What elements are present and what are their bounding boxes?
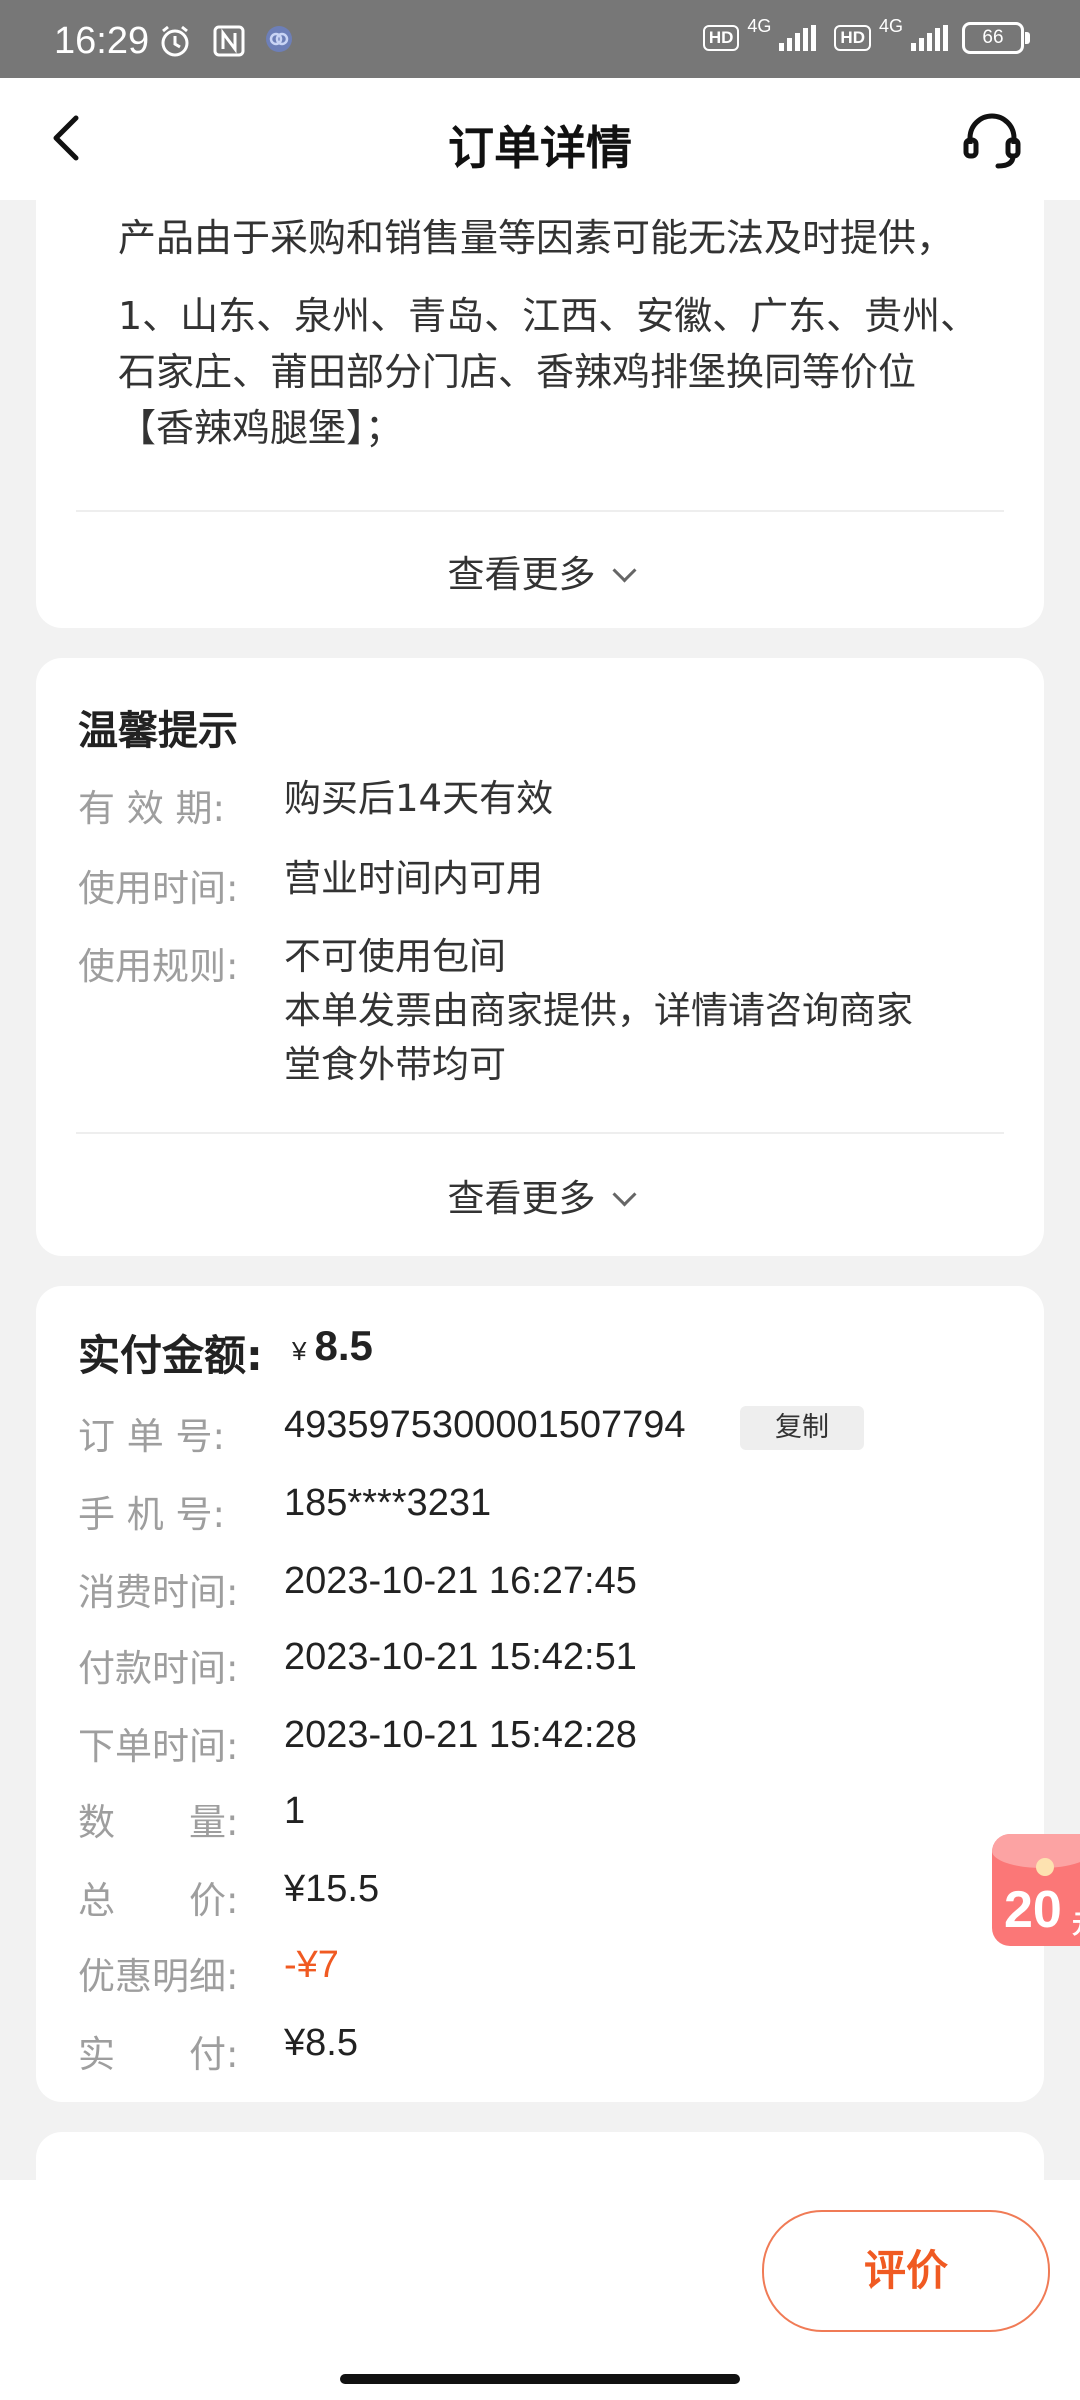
rule-item: 本单发票由商家提供，详情请咨询商家 (284, 989, 913, 1032)
usage-time-value: 营业时间内可用 (284, 857, 543, 900)
discount-label: 优惠明细: (78, 1955, 239, 1998)
order-no-value: 4935975300001507794 (284, 1404, 686, 1446)
signal-icon (779, 25, 817, 51)
page-title: 订单详情 (448, 121, 632, 175)
rule-item: 堂食外带均可 (284, 1043, 506, 1086)
see-more-label: 查看更多 (447, 1177, 596, 1220)
next-card (36, 2132, 1044, 2180)
rules-label: 使用规则: (78, 945, 239, 988)
discount-value: -¥7 (284, 1944, 339, 1986)
status-time: 16:29 (54, 20, 150, 62)
bottom-action-bar: 评价 (0, 2180, 1080, 2400)
network-type: 4G (747, 15, 772, 36)
floating-coupon[interactable]: 20 元 (992, 1834, 1080, 1946)
tips-title: 温馨提示 (78, 708, 238, 754)
quantity-label: 数 量: (78, 1801, 239, 1844)
chevron-down-icon (611, 1182, 637, 1207)
phone-label: 手 机 号: (78, 1493, 225, 1536)
coupon-amount: 20 (1004, 1881, 1062, 1939)
paid-amount-value: 8.5 (314, 1322, 373, 1369)
review-button[interactable]: 评价 (762, 2210, 1050, 2332)
status-indicators: HD 4G HD 4G 66 (702, 16, 1030, 54)
copy-order-no-button[interactable]: 复制 (740, 1406, 864, 1450)
order-no-label: 订 单 号: (78, 1415, 225, 1458)
consume-time-value: 2023-10-21 16:27:45 (284, 1560, 637, 1602)
phone-value: 185****3231 (284, 1482, 492, 1524)
currency-symbol: ¥ (292, 1336, 307, 1366)
note-line: 1、山东、泉州、青岛、江西、安徽、广东、贵州、 (118, 294, 979, 338)
paid-amount-label: 实付金额: (78, 1331, 263, 1380)
quantity-value: 1 (284, 1790, 306, 1832)
product-notes-card: 产品由于采购和销售量等因素可能无法及时提供， 1、山东、泉州、青岛、江西、安徽、… (36, 200, 1044, 628)
note-line: 【香辣鸡腿堡】； (118, 406, 404, 450)
see-more-label: 查看更多 (447, 553, 596, 596)
actual-paid-value: ¥8.5 (284, 2022, 358, 2064)
hd-badge: HD (702, 25, 740, 51)
order-info-card: 实付金额: ¥8.5 订 单 号: 4935975300001507794 复制… (36, 1286, 1044, 2102)
rule-item: 不可使用包间 (284, 935, 506, 978)
consume-time-label: 消费时间: (78, 1571, 239, 1614)
note-line: 石家庄、莆田部分门店、香辣鸡排堡换同等价位 (118, 350, 917, 394)
app-notification-icon (264, 24, 294, 54)
battery-icon: 66 (962, 22, 1030, 54)
hd-badge: HD (834, 25, 871, 51)
status-bar: 16:29 HD 4G HD 4G 66 (0, 0, 1080, 78)
see-more-button[interactable]: 查看更多 (36, 544, 1044, 598)
order-time-value: 2023-10-21 15:42:28 (284, 1714, 637, 1756)
see-more-button[interactable]: 查看更多 (36, 1168, 1044, 1222)
signal-icon (911, 25, 948, 51)
home-indicator[interactable] (340, 2374, 740, 2384)
tips-card: 温馨提示 有 效 期: 购买后14天有效 使用时间: 营业时间内可用 使用规则:… (36, 658, 1044, 1256)
total-price-label: 总 价: (78, 1879, 239, 1922)
pay-time-label: 付款时间: (78, 1647, 239, 1690)
nav-header: 订单详情 (0, 78, 1080, 200)
total-price-value: ¥15.5 (284, 1868, 380, 1910)
pay-time-value: 2023-10-21 15:42:51 (284, 1636, 637, 1678)
content-scroll[interactable]: 产品由于采购和销售量等因素可能无法及时提供， 1、山东、泉州、青岛、江西、安徽、… (0, 200, 1080, 2180)
note-line: 产品由于采购和销售量等因素可能无法及时提供， (118, 216, 955, 260)
network-type: 4G (878, 15, 903, 36)
envelope-seal (1036, 1858, 1054, 1876)
order-time-label: 下单时间: (78, 1725, 239, 1768)
divider (76, 510, 1004, 512)
customer-service-button[interactable] (960, 108, 1024, 172)
headset-icon (963, 113, 1021, 169)
validity-label: 有 效 期: (78, 787, 225, 830)
coupon-unit: 元 (1072, 1904, 1080, 1941)
alarm-icon (158, 24, 192, 58)
validity-value: 购买后14天有效 (284, 777, 554, 820)
paid-amount: ¥8.5 (292, 1322, 373, 1370)
nfc-icon (212, 24, 246, 58)
chevron-down-icon (611, 558, 637, 583)
actual-paid-label: 实 付: (78, 2033, 239, 2076)
divider (76, 1132, 1004, 1134)
usage-time-label: 使用时间: (78, 867, 239, 910)
